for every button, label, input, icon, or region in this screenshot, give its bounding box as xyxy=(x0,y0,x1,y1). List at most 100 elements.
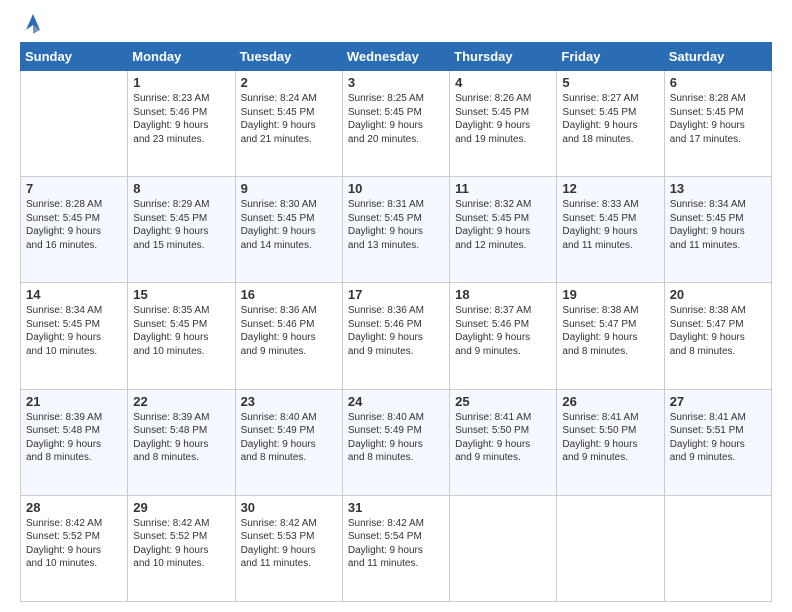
day-number: 18 xyxy=(455,287,551,302)
header xyxy=(20,18,772,34)
day-number: 16 xyxy=(241,287,337,302)
day-number: 23 xyxy=(241,394,337,409)
day-header-thursday: Thursday xyxy=(450,43,557,71)
day-header-tuesday: Tuesday xyxy=(235,43,342,71)
day-number: 21 xyxy=(26,394,122,409)
cell-info: Sunrise: 8:39 AM Sunset: 5:48 PM Dayligh… xyxy=(133,411,229,465)
day-number: 30 xyxy=(241,500,337,515)
calendar-cell: 26 Sunrise: 8:41 AM Sunset: 5:50 PM Dayli… xyxy=(557,389,664,495)
calendar-cell: 8 Sunrise: 8:29 AM Sunset: 5:45 PM Daylig… xyxy=(128,177,235,283)
calendar-cell: 9 Sunrise: 8:30 AM Sunset: 5:45 PM Daylig… xyxy=(235,177,342,283)
cell-info: Sunrise: 8:34 AM Sunset: 5:45 PM Dayligh… xyxy=(26,304,122,358)
calendar-cell: 31Sunrise: 8:42 AM Sunset: 5:54 PM Dayli… xyxy=(342,495,449,601)
day-number: 26 xyxy=(562,394,658,409)
day-number: 20 xyxy=(670,287,766,302)
day-number: 24 xyxy=(348,394,444,409)
calendar-cell: 16 Sunrise: 8:36 AM Sunset: 5:46 PM Dayli… xyxy=(235,283,342,389)
calendar-cell xyxy=(557,495,664,601)
cell-info: Sunrise: 8:42 AM Sunset: 5:52 PM Dayligh… xyxy=(133,517,229,571)
cell-info: Sunrise: 8:38 AM Sunset: 5:47 PM Dayligh… xyxy=(562,304,658,358)
cell-info: Sunrise: 8:28 AM Sunset: 5:45 PM Dayligh… xyxy=(26,198,122,252)
calendar-cell: 20 Sunrise: 8:38 AM Sunset: 5:47 PM Dayli… xyxy=(664,283,771,389)
cell-info: Sunrise: 8:40 AM Sunset: 5:49 PM Dayligh… xyxy=(348,411,444,465)
page: SundayMondayTuesdayWednesdayThursdayFrid… xyxy=(0,0,792,612)
cell-info: Sunrise: 8:30 AM Sunset: 5:45 PM Dayligh… xyxy=(241,198,337,252)
calendar-cell xyxy=(664,495,771,601)
calendar-cell: 17Sunrise: 8:36 AM Sunset: 5:46 PM Dayli… xyxy=(342,283,449,389)
cell-info: Sunrise: 8:29 AM Sunset: 5:45 PM Dayligh… xyxy=(133,198,229,252)
day-number: 7 xyxy=(26,181,122,196)
day-number: 8 xyxy=(133,181,229,196)
day-number: 14 xyxy=(26,287,122,302)
cell-info: Sunrise: 8:40 AM Sunset: 5:49 PM Dayligh… xyxy=(241,411,337,465)
calendar-cell xyxy=(21,71,128,177)
week-row-2: 7 Sunrise: 8:28 AM Sunset: 5:45 PM Daylig… xyxy=(21,177,772,283)
day-number: 1 xyxy=(133,75,229,90)
calendar-cell: 4 Sunrise: 8:26 AM Sunset: 5:45 PM Daylig… xyxy=(450,71,557,177)
calendar-cell: 10Sunrise: 8:31 AM Sunset: 5:45 PM Dayli… xyxy=(342,177,449,283)
logo xyxy=(20,18,44,34)
cell-info: Sunrise: 8:27 AM Sunset: 5:45 PM Dayligh… xyxy=(562,92,658,146)
calendar-table: SundayMondayTuesdayWednesdayThursdayFrid… xyxy=(20,42,772,602)
day-number: 17 xyxy=(348,287,444,302)
day-number: 29 xyxy=(133,500,229,515)
calendar-cell: 2Sunrise: 8:24 AM Sunset: 5:45 PM Daylig… xyxy=(235,71,342,177)
day-number: 15 xyxy=(133,287,229,302)
calendar-cell: 22Sunrise: 8:39 AM Sunset: 5:48 PM Dayli… xyxy=(128,389,235,495)
day-header-friday: Friday xyxy=(557,43,664,71)
day-number: 19 xyxy=(562,287,658,302)
cell-info: Sunrise: 8:26 AM Sunset: 5:45 PM Dayligh… xyxy=(455,92,551,146)
day-header-saturday: Saturday xyxy=(664,43,771,71)
day-header-sunday: Sunday xyxy=(21,43,128,71)
cell-info: Sunrise: 8:38 AM Sunset: 5:47 PM Dayligh… xyxy=(670,304,766,358)
cell-info: Sunrise: 8:41 AM Sunset: 5:51 PM Dayligh… xyxy=(670,411,766,465)
day-number: 10 xyxy=(348,181,444,196)
calendar-cell: 5 Sunrise: 8:27 AM Sunset: 5:45 PM Daylig… xyxy=(557,71,664,177)
cell-info: Sunrise: 8:41 AM Sunset: 5:50 PM Dayligh… xyxy=(455,411,551,465)
day-number: 9 xyxy=(241,181,337,196)
calendar-cell: 21 Sunrise: 8:39 AM Sunset: 5:48 PM Dayli… xyxy=(21,389,128,495)
calendar-cell: 30Sunrise: 8:42 AM Sunset: 5:53 PM Dayli… xyxy=(235,495,342,601)
cell-info: Sunrise: 8:35 AM Sunset: 5:45 PM Dayligh… xyxy=(133,304,229,358)
calendar-cell: 29 Sunrise: 8:42 AM Sunset: 5:52 PM Dayli… xyxy=(128,495,235,601)
day-number: 5 xyxy=(562,75,658,90)
calendar-cell: 19 Sunrise: 8:38 AM Sunset: 5:47 PM Dayli… xyxy=(557,283,664,389)
cell-info: Sunrise: 8:25 AM Sunset: 5:45 PM Dayligh… xyxy=(348,92,444,146)
logo-icon xyxy=(22,12,44,34)
calendar-cell: 28Sunrise: 8:42 AM Sunset: 5:52 PM Dayli… xyxy=(21,495,128,601)
calendar-cell xyxy=(450,495,557,601)
header-row: SundayMondayTuesdayWednesdayThursdayFrid… xyxy=(21,43,772,71)
day-number: 28 xyxy=(26,500,122,515)
cell-info: Sunrise: 8:32 AM Sunset: 5:45 PM Dayligh… xyxy=(455,198,551,252)
calendar-cell: 24 Sunrise: 8:40 AM Sunset: 5:49 PM Dayli… xyxy=(342,389,449,495)
calendar-cell: 3 Sunrise: 8:25 AM Sunset: 5:45 PM Daylig… xyxy=(342,71,449,177)
day-header-wednesday: Wednesday xyxy=(342,43,449,71)
cell-info: Sunrise: 8:42 AM Sunset: 5:54 PM Dayligh… xyxy=(348,517,444,571)
cell-info: Sunrise: 8:34 AM Sunset: 5:45 PM Dayligh… xyxy=(670,198,766,252)
calendar-cell: 18 Sunrise: 8:37 AM Sunset: 5:46 PM Dayli… xyxy=(450,283,557,389)
cell-info: Sunrise: 8:41 AM Sunset: 5:50 PM Dayligh… xyxy=(562,411,658,465)
day-number: 12 xyxy=(562,181,658,196)
cell-info: Sunrise: 8:39 AM Sunset: 5:48 PM Dayligh… xyxy=(26,411,122,465)
calendar-cell: 23 Sunrise: 8:40 AM Sunset: 5:49 PM Dayli… xyxy=(235,389,342,495)
calendar-cell: 25 Sunrise: 8:41 AM Sunset: 5:50 PM Dayli… xyxy=(450,389,557,495)
calendar-cell: 15 Sunrise: 8:35 AM Sunset: 5:45 PM Dayli… xyxy=(128,283,235,389)
day-number: 2 xyxy=(241,75,337,90)
day-number: 27 xyxy=(670,394,766,409)
day-number: 11 xyxy=(455,181,551,196)
calendar-cell: 7 Sunrise: 8:28 AM Sunset: 5:45 PM Daylig… xyxy=(21,177,128,283)
cell-info: Sunrise: 8:33 AM Sunset: 5:45 PM Dayligh… xyxy=(562,198,658,252)
week-row-4: 21 Sunrise: 8:39 AM Sunset: 5:48 PM Dayli… xyxy=(21,389,772,495)
cell-info: Sunrise: 8:28 AM Sunset: 5:45 PM Dayligh… xyxy=(670,92,766,146)
week-row-5: 28 Sunrise: 8:42 AM Sunset: 5:52 PM Dayli… xyxy=(21,495,772,601)
cell-info: Sunrise: 8:37 AM Sunset: 5:46 PM Dayligh… xyxy=(455,304,551,358)
cell-info: Sunrise: 8:36 AM Sunset: 5:46 PM Dayligh… xyxy=(241,304,337,358)
calendar-cell: 1Sunrise: 8:23 AM Sunset: 5:46 PM Daylig… xyxy=(128,71,235,177)
calendar-cell: 12 Sunrise: 8:33 AM Sunset: 5:45 PM Dayli… xyxy=(557,177,664,283)
day-number: 25 xyxy=(455,394,551,409)
calendar-cell: 27 Sunrise: 8:41 AM Sunset: 5:51 PM Dayli… xyxy=(664,389,771,495)
day-number: 3 xyxy=(348,75,444,90)
calendar-cell: 6 Sunrise: 8:28 AM Sunset: 5:45 PM Daylig… xyxy=(664,71,771,177)
day-number: 6 xyxy=(670,75,766,90)
day-number: 4 xyxy=(455,75,551,90)
